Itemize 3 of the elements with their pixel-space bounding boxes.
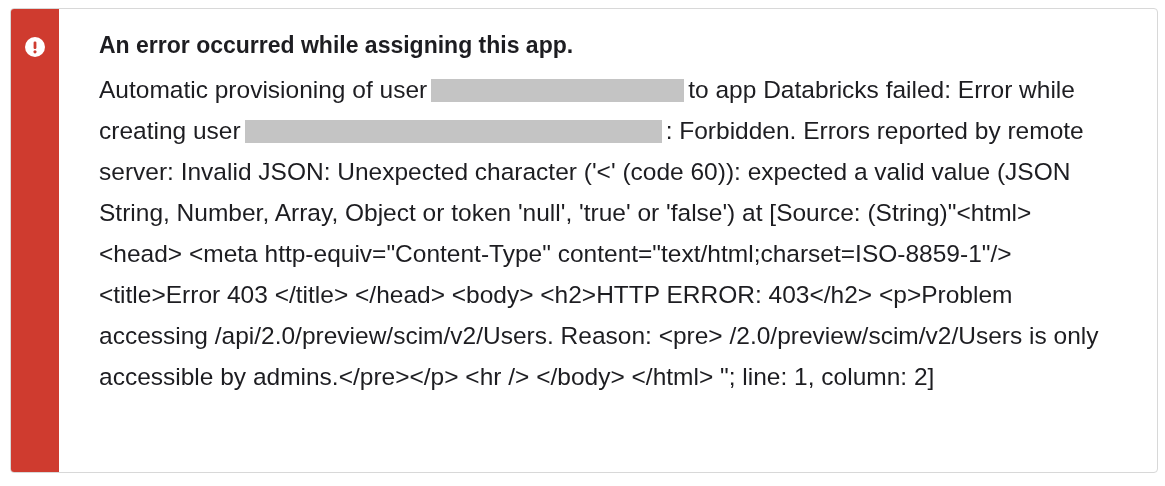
alert-title: An error occurred while assigning this app. bbox=[99, 31, 575, 59]
alert-message: Automatic provisioning of user to app Databricks failed: Error while creating user : Forbidden. Errors reported by remote server: Invalid JSON: Unexpected character ('<' (code 60)): expected a valid value (JSON String, Number, Array, Object or token 'null', 'true' or 'false') at [Source: (String)"<html> <head> <meta http-equiv="Content-Type" content="text/html;charset=ISO-8859-1"/> <title>Error 403 </title> </head> <body> <h2>HTTP ERROR: 403</h2> <p>Problem accessing /api/2.0/preview/scim/v2/Users. Reason: <pre> /2.0/preview/scim/v2/Users is only accessible by admins.</pre></p> <hr /> </body> </html> "; line: 1, column: 2] bbox=[99, 75, 1099, 392]
error-icon bbox=[25, 37, 45, 57]
